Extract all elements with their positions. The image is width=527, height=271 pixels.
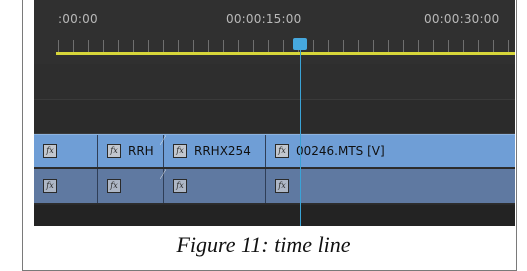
audio-track: fx fx fx fx: [34, 169, 515, 204]
fx-effect-icon[interactable]: fx: [275, 144, 289, 158]
work-area-bar[interactable]: [56, 52, 515, 55]
fx-effect-icon[interactable]: fx: [107, 179, 121, 193]
video-clip[interactable]: fx RRHX254: [164, 135, 266, 167]
timecode-label: :00:00: [58, 12, 98, 26]
clip-name: 00246.MTS [V]: [296, 144, 385, 158]
audio-clip[interactable]: fx: [164, 169, 266, 203]
fx-effect-icon[interactable]: fx: [43, 179, 57, 193]
audio-clip[interactable]: fx: [98, 169, 164, 203]
transition-marker-icon[interactable]: [160, 135, 166, 145]
fx-effect-icon[interactable]: fx: [173, 179, 187, 193]
clip-name: RRHX254: [194, 144, 251, 158]
audio-clip[interactable]: fx: [266, 169, 515, 203]
transition-marker-icon[interactable]: [160, 169, 166, 179]
timecode-label: 00:00:15:00: [226, 12, 302, 26]
time-ruler[interactable]: :00:00 00:00:15:00 00:00:30:00: [34, 0, 515, 64]
empty-track-row: [34, 64, 515, 100]
empty-track-row: [34, 100, 515, 134]
clip-name: RRH: [128, 144, 154, 158]
video-track: fx fx RRH fx RRHX254 fx 00246.MTS [V]: [34, 134, 515, 168]
fx-effect-icon[interactable]: fx: [107, 144, 121, 158]
ruler-ticks: [58, 40, 515, 52]
video-clip[interactable]: fx RRH: [98, 135, 164, 167]
audio-clip[interactable]: fx: [34, 169, 98, 203]
video-clip[interactable]: fx 00246.MTS [V]: [266, 135, 515, 167]
figure-caption: Figure 11: time line: [176, 232, 351, 257]
empty-track-row: [34, 205, 515, 226]
timeline-panel: :00:00 00:00:15:00 00:00:30:00 fx fx RRH…: [34, 0, 515, 226]
fx-effect-icon[interactable]: fx: [43, 144, 57, 158]
fx-effect-icon[interactable]: fx: [173, 144, 187, 158]
playhead-line[interactable]: [300, 40, 301, 226]
playhead-icon[interactable]: [293, 38, 307, 50]
video-clip[interactable]: fx: [34, 135, 98, 167]
timecode-label: 00:00:30:00: [424, 12, 500, 26]
fx-effect-icon[interactable]: fx: [275, 179, 289, 193]
